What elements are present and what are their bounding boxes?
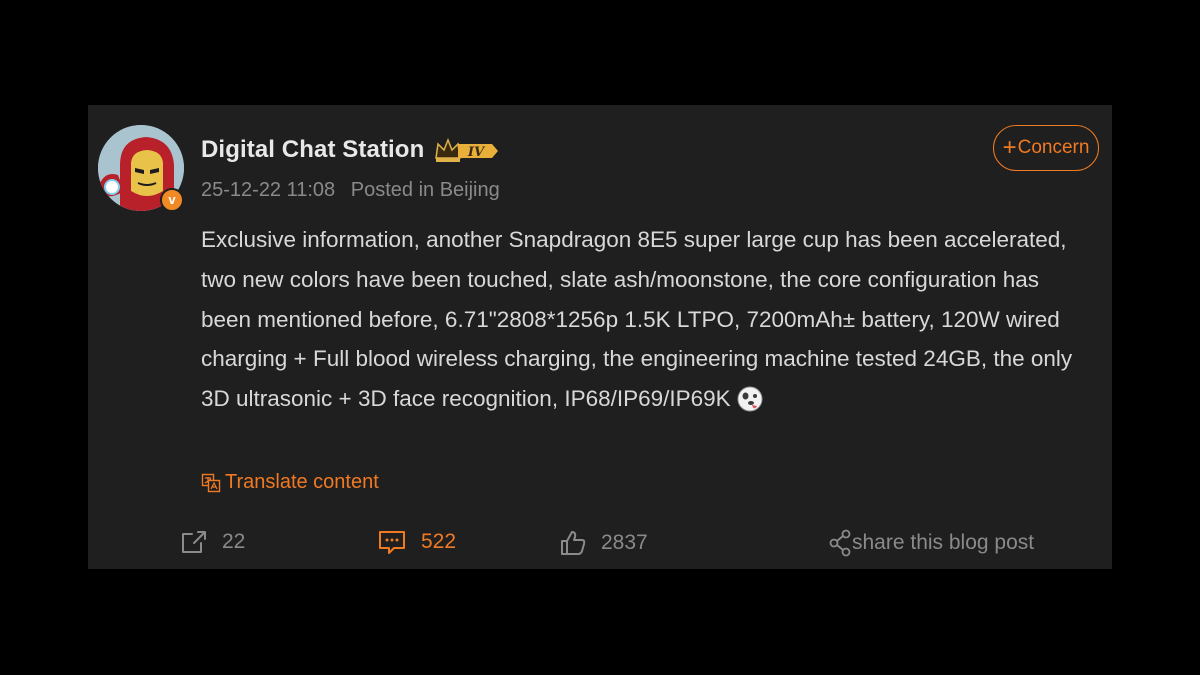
translate-link[interactable]: Translate content xyxy=(201,471,379,494)
level-crown-icon: IV xyxy=(434,136,500,164)
comment-count: 522 xyxy=(421,530,457,553)
thumbs-up-icon xyxy=(561,531,586,555)
like-count: 2837 xyxy=(601,531,648,554)
like-button[interactable]: 2837 xyxy=(559,529,648,557)
post-timestamp: 25-12-22 11:08 xyxy=(201,179,336,201)
post-location: Posted in Beijing xyxy=(350,179,500,201)
post-body: Exclusive information, another Snapdrago… xyxy=(201,220,1091,419)
comment-button[interactable]: 522 xyxy=(377,529,456,555)
share-icon xyxy=(829,529,851,557)
author-name[interactable]: Digital Chat Station xyxy=(201,136,424,164)
share-label: share this blog post xyxy=(852,531,1035,554)
repost-button[interactable]: 22 xyxy=(180,529,245,555)
repost-count: 22 xyxy=(222,530,246,553)
post-meta: 25-12-22 11:08 Posted in Beijing xyxy=(201,179,500,202)
translate-icon xyxy=(201,473,221,492)
translate-label: Translate content xyxy=(225,471,379,493)
follow-label: Concern xyxy=(1017,137,1090,158)
share-button[interactable]: share this blog post xyxy=(828,529,1034,557)
doge-tongue-emoji-icon xyxy=(737,385,763,412)
level-badge-text: IV xyxy=(467,145,486,160)
plus-icon: + xyxy=(1002,134,1017,161)
comment-icon xyxy=(379,531,405,554)
follow-button[interactable]: + Concern xyxy=(993,125,1099,171)
post-body-text: Exclusive information, another Snapdrago… xyxy=(201,227,1073,412)
verified-badge: v xyxy=(160,188,184,212)
author-avatar[interactable]: v xyxy=(98,125,184,212)
post-card: v Digital Chat Station IV 25-12-22 11:08… xyxy=(88,105,1112,569)
repost-icon xyxy=(182,531,206,553)
